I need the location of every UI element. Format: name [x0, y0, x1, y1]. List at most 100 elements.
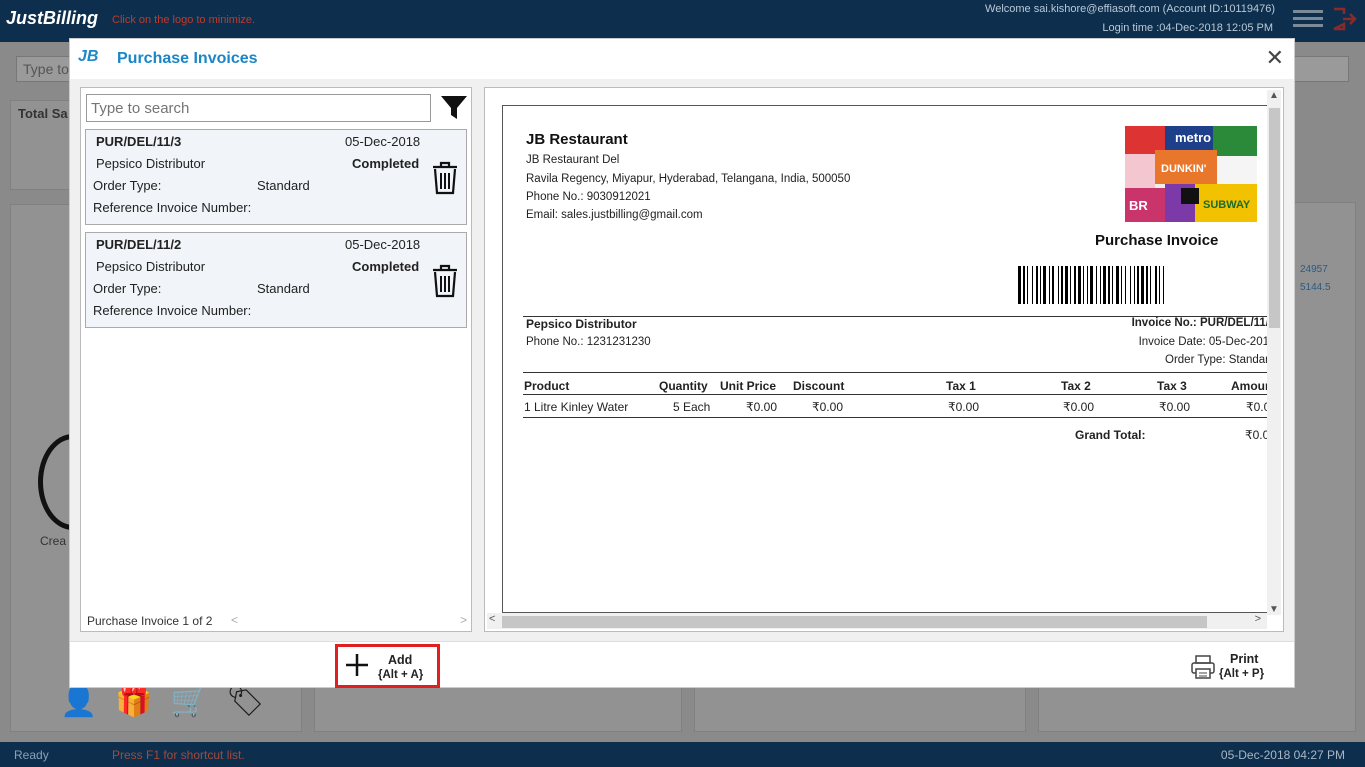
filter-icon[interactable]	[439, 92, 469, 122]
column-header-tax-1: Tax 1	[946, 379, 976, 393]
app-header: JustBilling Click on the logo to minimiz…	[0, 0, 1365, 42]
vertical-scrollbar[interactable]: ▲ ▼	[1267, 90, 1281, 615]
column-header-quantity: Quantity	[659, 379, 708, 393]
background-value-2: 5144.5	[1300, 282, 1331, 293]
restaurant-email: Email: sales.justbilling@gmail.com	[526, 209, 703, 221]
background-panel-chart-1	[314, 682, 682, 732]
close-button[interactable]: ✕	[1266, 47, 1284, 69]
jb-logo-icon: JB	[78, 48, 99, 65]
trolley-icon: 🛒	[170, 685, 209, 718]
scroll-left-arrow-icon[interactable]: <	[489, 613, 495, 625]
restaurant-branch: JB Restaurant Del	[526, 154, 620, 166]
trash-icon[interactable]	[430, 160, 460, 196]
restaurant-name: JB Restaurant	[526, 131, 628, 148]
scroll-up-arrow-icon[interactable]: ▲	[1269, 90, 1279, 101]
order-type-line: Order Type: Standar	[1165, 354, 1269, 366]
invoice-vendor: Pepsico Distributor	[96, 156, 206, 171]
invoice-list-panel: PUR/DEL/11/3 05-Dec-2018 Pepsico Distrib…	[80, 87, 472, 632]
invoice-date: 05-Dec-2018	[345, 134, 421, 149]
svg-text:SUBWAY: SUBWAY	[1203, 199, 1251, 211]
print-shortcut: {Alt + P}	[1219, 668, 1265, 680]
barcode-image	[1018, 266, 1164, 304]
invoice-document: JB Restaurant JB Restaurant Del Ravila R…	[502, 105, 1270, 613]
gift-icon: 🎁	[115, 685, 153, 718]
scroll-right-arrow-icon[interactable]: >	[460, 613, 467, 627]
status-hint: Press F1 for shortcut list.	[112, 748, 245, 762]
print-label: Print	[1230, 652, 1259, 666]
scroll-left-arrow-icon[interactable]: <	[231, 613, 238, 627]
invoice-number-line: Invoice No.: PUR/DEL/11/	[1131, 317, 1269, 329]
divider	[523, 372, 1269, 373]
svg-text:DUNKIN': DUNKIN'	[1161, 163, 1207, 175]
vertical-scroll-thumb[interactable]	[1269, 108, 1280, 328]
reference-invoice-label: Reference Invoice Number:	[93, 303, 252, 318]
scroll-down-arrow-icon[interactable]: ▼	[1269, 604, 1279, 615]
svg-text:metro: metro	[1175, 130, 1211, 145]
background-total-label: Total Sa	[18, 106, 68, 121]
restaurant-brand-image: metro DUNKIN' SUBWAY BR	[1125, 126, 1257, 222]
column-header-unit-price: Unit Price	[720, 379, 777, 393]
add-button[interactable]: Add {Alt + A}	[335, 644, 440, 688]
dialog-header: JB Purchase Invoices ✕	[70, 39, 1294, 79]
divider	[523, 394, 1269, 395]
column-header-tax-3: Tax 3	[1157, 379, 1187, 393]
user-icon: 👤	[60, 685, 98, 718]
dialog-body: PUR/DEL/11/3 05-Dec-2018 Pepsico Distrib…	[70, 79, 1294, 641]
column-header-discount: Discount	[793, 379, 845, 393]
column-header-product: Product	[524, 379, 570, 393]
column-header-amount: Amour	[1231, 379, 1270, 393]
print-button[interactable]: Print {Alt + P}	[1188, 648, 1278, 686]
invoice-preview-panel: JB Restaurant JB Restaurant Del Ravila R…	[484, 87, 1284, 632]
vendor-phone: Phone No.: 1231231230	[526, 336, 651, 348]
logout-icon[interactable]	[1331, 6, 1357, 32]
tag-icon: 🏷	[226, 685, 265, 718]
invoice-number-value: PUR/DEL/11/	[1199, 317, 1269, 329]
invoice-card[interactable]: PUR/DEL/11/3 05-Dec-2018 Pepsico Distrib…	[85, 129, 467, 225]
document-title: Purchase Invoice	[1095, 232, 1219, 249]
invoice-card[interactable]: PUR/DEL/11/2 05-Dec-2018 Pepsico Distrib…	[85, 232, 467, 328]
cell-discount: ₹0.00	[812, 400, 843, 414]
cell-tax-2: ₹0.00	[1063, 400, 1094, 414]
column-header-tax-2: Tax 2	[1061, 379, 1091, 393]
cell-product: 1 Litre Kinley Water	[524, 400, 629, 414]
welcome-text: Welcome sai.kishore@effiasoft.com (Accou…	[985, 3, 1275, 15]
invoice-date: 05-Dec-2018	[345, 237, 421, 252]
search-input[interactable]	[86, 94, 431, 122]
app-logo[interactable]: JustBilling	[6, 8, 98, 29]
horizontal-scrollbar[interactable]: < >	[487, 613, 1267, 629]
login-time: Login time :04-Dec-2018 12:05 PM	[1102, 22, 1273, 34]
add-shortcut: {Alt + A}	[378, 669, 424, 681]
invoice-status: Completed	[352, 259, 420, 274]
logo-hint: Click on the logo to minimize.	[112, 14, 256, 26]
trash-icon[interactable]	[430, 263, 460, 299]
svg-text:BR: BR	[1129, 198, 1148, 213]
horizontal-scroll-thumb[interactable]	[502, 616, 1207, 628]
status-bar: Ready Press F1 for shortcut list. 05-Dec…	[0, 742, 1365, 767]
dialog-title: Purchase Invoices	[117, 50, 258, 67]
invoice-vendor: Pepsico Distributor	[96, 259, 206, 274]
restaurant-phone: Phone No.: 9030912021	[526, 191, 651, 203]
cell-tax-3: ₹0.00	[1159, 400, 1190, 414]
grand-total-label: Grand Total:	[1075, 428, 1146, 442]
cell-unit-price: ₹0.00	[746, 400, 777, 414]
order-type-value: Standard	[257, 178, 310, 193]
scroll-right-arrow-icon[interactable]: >	[1255, 613, 1261, 625]
background-quick-icons: 👤 🎁 🛒 🏷	[60, 684, 264, 719]
invoice-number: PUR/DEL/11/2	[96, 237, 182, 252]
list-footer: Purchase Invoice 1 of 2 < >	[81, 610, 471, 632]
order-type-label: Order Type:	[93, 281, 162, 296]
page-indicator: Purchase Invoice 1 of 2	[83, 612, 217, 630]
order-type-value: Standard	[257, 281, 310, 296]
background-value-1: 24957	[1300, 264, 1328, 275]
order-type-label: Order Type:	[93, 178, 162, 193]
grand-total-value: ₹0.0	[1245, 428, 1270, 442]
divider	[523, 417, 1269, 418]
restaurant-address: Ravila Regency, Miyapur, Hyderabad, Tela…	[526, 173, 851, 185]
dialog-footer: Add {Alt + A} Print {Alt + P}	[70, 641, 1294, 688]
invoice-status: Completed	[352, 156, 420, 171]
status-datetime: 05-Dec-2018 04:27 PM	[1220, 748, 1345, 762]
invoice-list: PUR/DEL/11/3 05-Dec-2018 Pepsico Distrib…	[85, 129, 469, 335]
status-ready: Ready	[14, 748, 49, 762]
background-create-label: Crea	[40, 534, 67, 548]
hamburger-menu-icon[interactable]	[1293, 10, 1323, 30]
